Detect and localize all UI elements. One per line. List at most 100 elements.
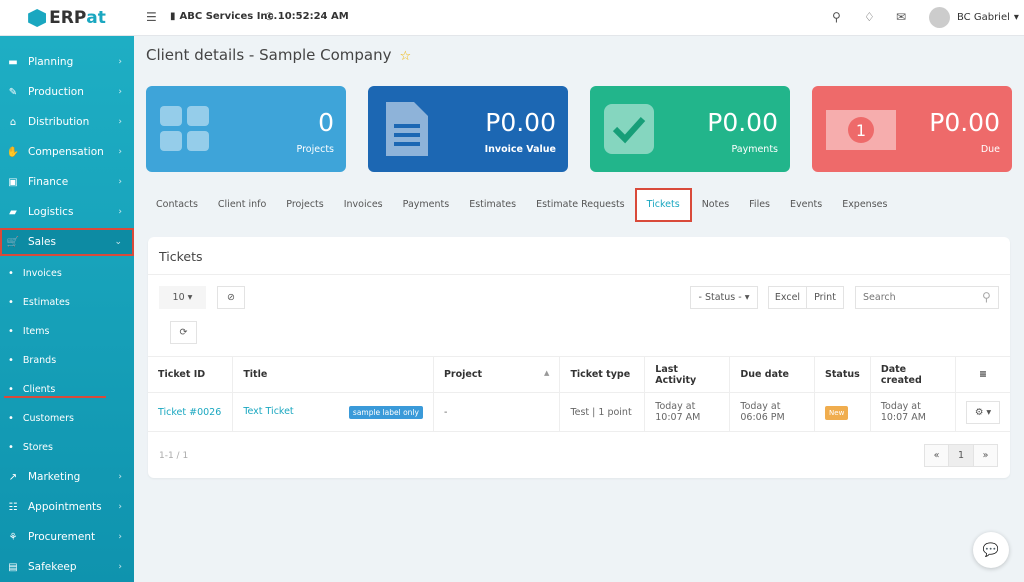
excel-button[interactable]: Excel	[768, 286, 807, 309]
sidebar-item-appointments[interactable]: ☷ Appointments ›	[0, 493, 134, 521]
stat-card-payments[interactable]: P0.00 Payments	[590, 86, 790, 172]
sidebar-item-compensation[interactable]: ✋ Compensation ›	[0, 138, 134, 166]
procurement-icon: ⚘	[8, 531, 18, 543]
tab-estimate-requests[interactable]: Estimate Requests	[526, 188, 635, 222]
prev-page-button[interactable]: «	[924, 444, 949, 467]
ticket-id-link[interactable]: Ticket #0026	[158, 407, 221, 418]
mail-icon[interactable]: ✉	[896, 10, 906, 24]
status-badge: New	[825, 405, 849, 420]
sidebar-item-sales[interactable]: 🛒 Sales ⌄	[0, 228, 134, 256]
briefcase-icon: ▬	[8, 56, 18, 68]
status-filter[interactable]: - Status - ▾	[690, 286, 758, 309]
sidebar-subitem-items[interactable]: • Items	[0, 317, 134, 345]
chevron-right-icon: ›	[118, 177, 122, 187]
sidebar-subitem-clients[interactable]: • Clients	[0, 375, 134, 403]
star-icon[interactable]: ☆	[400, 49, 412, 64]
column-menu[interactable]: ≡	[955, 356, 1010, 393]
avatar[interactable]	[929, 7, 950, 28]
sidebar-subitem-estimates[interactable]: • Estimates	[0, 288, 134, 316]
sidebar-item-label: Procurement	[28, 531, 96, 543]
bullet-icon: •	[8, 325, 14, 337]
column-header-project[interactable]: Project ▲	[433, 356, 561, 393]
tab-client-info[interactable]: Client info	[208, 188, 276, 222]
column-header-due-date[interactable]: Due date	[729, 356, 816, 393]
company-name[interactable]: ABC Services Inc.	[180, 11, 278, 22]
tab-payments[interactable]: Payments	[393, 188, 460, 222]
tab-files[interactable]: Files	[739, 188, 780, 222]
chevron-right-icon: ›	[118, 117, 122, 127]
bullet-icon: •	[8, 412, 14, 424]
column-header-label: Last Activity	[655, 363, 697, 386]
column-header-title[interactable]: Title	[232, 356, 434, 393]
menu-toggle-icon[interactable]: ☰	[146, 10, 157, 24]
chevron-right-icon: ›	[118, 207, 122, 217]
sidebar-item-production[interactable]: ✎ Production ›	[0, 78, 134, 106]
stat-card-projects[interactable]: 0 Projects	[146, 86, 346, 172]
svg-text:1: 1	[856, 121, 866, 140]
truck-icon: ▰	[9, 206, 17, 218]
search-icon: ⚲	[982, 290, 991, 304]
sidebar-subitem-stores[interactable]: • Stores	[0, 433, 134, 461]
column-header-date-created[interactable]: Date created	[870, 356, 957, 393]
logo[interactable]: ERP at	[0, 0, 134, 36]
sidebar-item-label: Marketing	[28, 471, 81, 483]
page-1-button[interactable]: 1	[948, 444, 974, 467]
tab-invoices[interactable]: Invoices	[334, 188, 393, 222]
refresh-icon: ⟳	[179, 327, 188, 338]
chat-button[interactable]: 💬	[973, 532, 1009, 568]
user-name[interactable]: BC Gabriel	[957, 12, 1010, 23]
next-page-button[interactable]: »	[973, 444, 998, 467]
bell-icon[interactable]: ♢	[864, 10, 875, 24]
tab-estimates[interactable]: Estimates	[459, 188, 526, 222]
card-label: Due	[980, 144, 1000, 155]
row-actions-button[interactable]: ⚙ ▾	[966, 400, 1000, 424]
stat-card-invoice-value[interactable]: P0.00 Invoice Value	[368, 86, 568, 172]
chevron-down-icon[interactable]: ▾	[1014, 12, 1019, 23]
chevron-right-icon: ›	[118, 502, 122, 512]
tab-tickets[interactable]: Tickets	[634, 188, 692, 222]
chevron-right-icon: ›	[118, 472, 122, 482]
sidebar-item-label: Production	[28, 86, 84, 98]
ticket-title-link[interactable]: Text Ticket	[243, 406, 293, 417]
sidebar-subitem-customers[interactable]: • Customers	[0, 404, 134, 432]
tab-expenses[interactable]: Expenses	[832, 188, 897, 222]
clock-time: 10:52:24 AM	[277, 11, 349, 22]
bullet-icon: •	[8, 441, 14, 453]
money-icon: ▣	[8, 176, 18, 188]
tab-contacts[interactable]: Contacts	[146, 188, 208, 222]
last-activity-cell: Today at 10:07 AM	[644, 392, 731, 432]
column-header-label: Date created	[880, 363, 922, 386]
sidebar-item-finance[interactable]: ▣ Finance ›	[0, 168, 134, 196]
bullet-icon: •	[8, 296, 14, 308]
sidebar-item-procurement[interactable]: ⚘ Procurement ›	[0, 523, 134, 551]
sidebar-item-safekeep[interactable]: ▤ Safekeep ›	[0, 553, 134, 581]
logo-text-accent: at	[86, 8, 106, 28]
sidebar-subitem-invoices[interactable]: • Invoices	[0, 259, 134, 287]
search-input[interactable]	[855, 286, 999, 309]
print-button[interactable]: Print	[806, 286, 844, 309]
page-size-select[interactable]: 10 ▾	[159, 286, 206, 309]
search-icon[interactable]: ⚲	[832, 10, 841, 24]
tab-notes[interactable]: Notes	[692, 188, 739, 222]
column-header-last-activity[interactable]: Last Activity	[644, 356, 731, 393]
sidebar-item-logistics[interactable]: ▰ Logistics ›	[0, 198, 134, 226]
chevron-down-icon: ⌄	[114, 237, 122, 247]
tab-projects[interactable]: Projects	[276, 188, 333, 222]
sidebar-item-marketing[interactable]: ↗ Marketing ›	[0, 463, 134, 491]
refresh-button[interactable]: ⟳	[170, 321, 197, 344]
sidebar-item-planning[interactable]: ▬ Planning ›	[0, 48, 134, 76]
column-header-ticket-id[interactable]: Ticket ID	[148, 356, 234, 393]
tab-events[interactable]: Events	[780, 188, 832, 222]
sidebar-item-distribution[interactable]: ⌂ Distribution ›	[0, 108, 134, 136]
cart-icon: 🛒	[6, 236, 20, 248]
sidebar-subitem-brands[interactable]: • Brands	[0, 346, 134, 374]
pagination-info: 1-1 / 1	[159, 451, 189, 461]
column-header-ticket-type[interactable]: Ticket type	[559, 356, 646, 393]
column-visibility-button[interactable]: ⊘	[217, 286, 245, 309]
list-icon: ≡	[979, 369, 987, 380]
column-header-status[interactable]: Status	[814, 356, 871, 393]
sidebar-item-label: Sales	[28, 236, 56, 248]
column-header-label: Title	[243, 369, 268, 380]
stat-card-due[interactable]: 1 P0.00 Due	[812, 86, 1012, 172]
page-title-text: Client details - Sample Company	[146, 46, 392, 64]
